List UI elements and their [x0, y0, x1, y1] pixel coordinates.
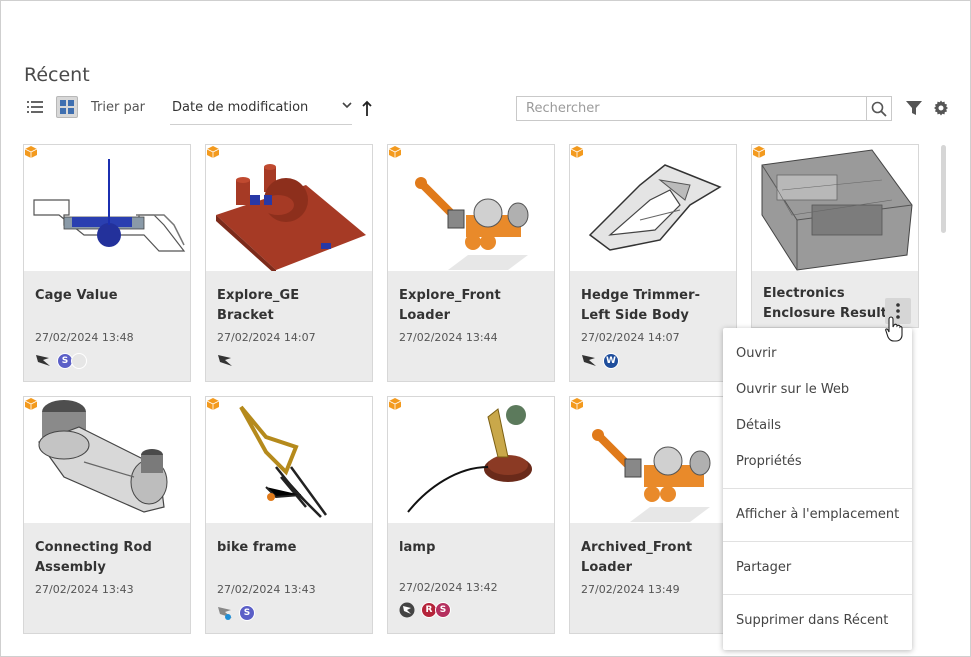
vertical-scrollbar[interactable]	[941, 145, 946, 233]
card-title: Explore_GE Bracket	[217, 288, 300, 323]
file-card-hedge-trimmer[interactable]: Hedge Trimmer- Left Side Body 27/02/2024 …	[569, 144, 737, 382]
hand-cursor-icon	[885, 316, 903, 342]
menu-item-remove-recent[interactable]: Supprimer dans Récent	[736, 613, 888, 628]
chevron-down-icon	[342, 102, 352, 109]
card-status-icons: S	[217, 604, 255, 622]
menu-item-open-web[interactable]: Ouvrir sur le Web	[736, 382, 849, 397]
design-cube-icon	[570, 146, 584, 158]
menu-item-share[interactable]: Partager	[736, 560, 791, 575]
gear-icon[interactable]	[933, 100, 949, 116]
card-title: lamp	[399, 540, 436, 555]
card-status-icons: R S	[399, 601, 451, 619]
flag-icon	[582, 355, 596, 366]
thumbnail-explore-front-loader	[388, 145, 554, 271]
design-cube-icon	[388, 398, 402, 410]
card-date: 27/02/2024 13:44	[399, 331, 498, 344]
card-status-icons	[217, 352, 239, 370]
card-title: Hedge Trimmer- Left Side Body	[581, 288, 701, 323]
file-card-connecting-rod[interactable]: Connecting Rod Assembly 27/02/2024 13:43	[23, 396, 191, 634]
avatar-secondary	[71, 353, 87, 369]
grid-view-icon[interactable]	[56, 96, 78, 118]
avatar: S	[239, 605, 255, 621]
design-cube-icon	[570, 398, 584, 410]
thumbnail-lamp	[388, 397, 554, 523]
page-title: Récent	[24, 64, 90, 86]
design-cube-icon	[752, 146, 766, 158]
thumbnail-electronics-enclosure	[752, 145, 918, 271]
thumbnail-cage-value	[24, 145, 190, 271]
card-date: 27/02/2024 13:48	[35, 331, 134, 344]
design-cube-icon	[206, 146, 220, 158]
file-card-explore-ge-bracket[interactable]: Explore_GE Bracket 27/02/2024 14:07	[205, 144, 373, 382]
search-icon[interactable]	[867, 96, 892, 121]
menu-item-show-location[interactable]: Afficher à l'emplacement	[736, 507, 899, 522]
design-cube-icon	[388, 146, 402, 158]
card-date: 27/02/2024 14:07	[581, 331, 680, 344]
thumbnail-hedge-trimmer	[570, 145, 736, 271]
avatar-secondary: S	[435, 602, 451, 618]
sort-label: Trier par	[91, 100, 146, 115]
sort-value: Date de modification	[172, 100, 309, 115]
file-card-lamp[interactable]: lamp 27/02/2024 13:42 R S	[387, 396, 555, 634]
thumbnail-connecting-rod	[24, 397, 190, 523]
avatar: W	[603, 353, 619, 369]
card-title: bike frame	[217, 540, 297, 555]
card-title: Connecting Rod Assembly	[35, 540, 152, 575]
card-date: 27/02/2024 13:42	[399, 581, 498, 594]
card-date: 27/02/2024 13:49	[581, 583, 680, 596]
flag-icon	[218, 355, 232, 366]
card-date: 27/02/2024 14:07	[217, 331, 316, 344]
card-status-icons: W	[581, 352, 619, 370]
menu-item-details[interactable]: Détails	[736, 418, 781, 433]
card-date: 27/02/2024 13:43	[35, 583, 134, 596]
card-title: Archived_Front Loader	[581, 540, 693, 575]
flag-icon	[36, 355, 50, 366]
context-menu: Ouvrir Ouvrir sur le Web Détails Proprié…	[723, 328, 912, 650]
card-title: Cage Value	[35, 288, 118, 303]
design-cube-icon	[24, 398, 38, 410]
menu-divider	[723, 488, 912, 489]
card-date: 27/02/2024 13:43	[217, 583, 316, 596]
file-card-electronics-enclosure[interactable]: Electronics Enclosure Results	[751, 144, 919, 328]
flag-info-icon	[218, 607, 232, 620]
menu-item-open[interactable]: Ouvrir	[736, 346, 776, 361]
file-card-explore-front-loader[interactable]: Explore_Front Loader 27/02/2024 13:44	[387, 144, 555, 382]
search-input[interactable]	[517, 97, 867, 120]
sort-direction-arrow-icon[interactable]	[361, 100, 373, 118]
design-cube-icon	[24, 146, 38, 158]
menu-divider	[723, 541, 912, 542]
design-cube-icon	[206, 398, 220, 410]
list-view-icon[interactable]	[24, 96, 46, 118]
thumbnail-bike-frame	[206, 397, 372, 523]
menu-item-properties[interactable]: Propriétés	[736, 454, 802, 469]
card-status-icons: S	[35, 352, 87, 370]
search-box	[516, 96, 867, 121]
menu-divider	[723, 594, 912, 595]
card-title: Explore_Front Loader	[399, 288, 501, 323]
sort-dropdown[interactable]: Date de modification	[170, 94, 352, 125]
toolbar: Trier par Date de modification	[24, 94, 952, 125]
thumbnail-archived-front-loader	[570, 397, 736, 523]
thumbnail-explore-ge-bracket	[206, 145, 372, 271]
file-card-bike-frame[interactable]: bike frame 27/02/2024 13:43 S	[205, 396, 373, 634]
file-card-archived-front-loader[interactable]: Archived_Front Loader 27/02/2024 13:49	[569, 396, 737, 634]
file-card-cage-value[interactable]: Cage Value 27/02/2024 13:48 S	[23, 144, 191, 382]
filter-icon[interactable]	[906, 100, 922, 116]
flag-circle-icon	[399, 602, 415, 618]
